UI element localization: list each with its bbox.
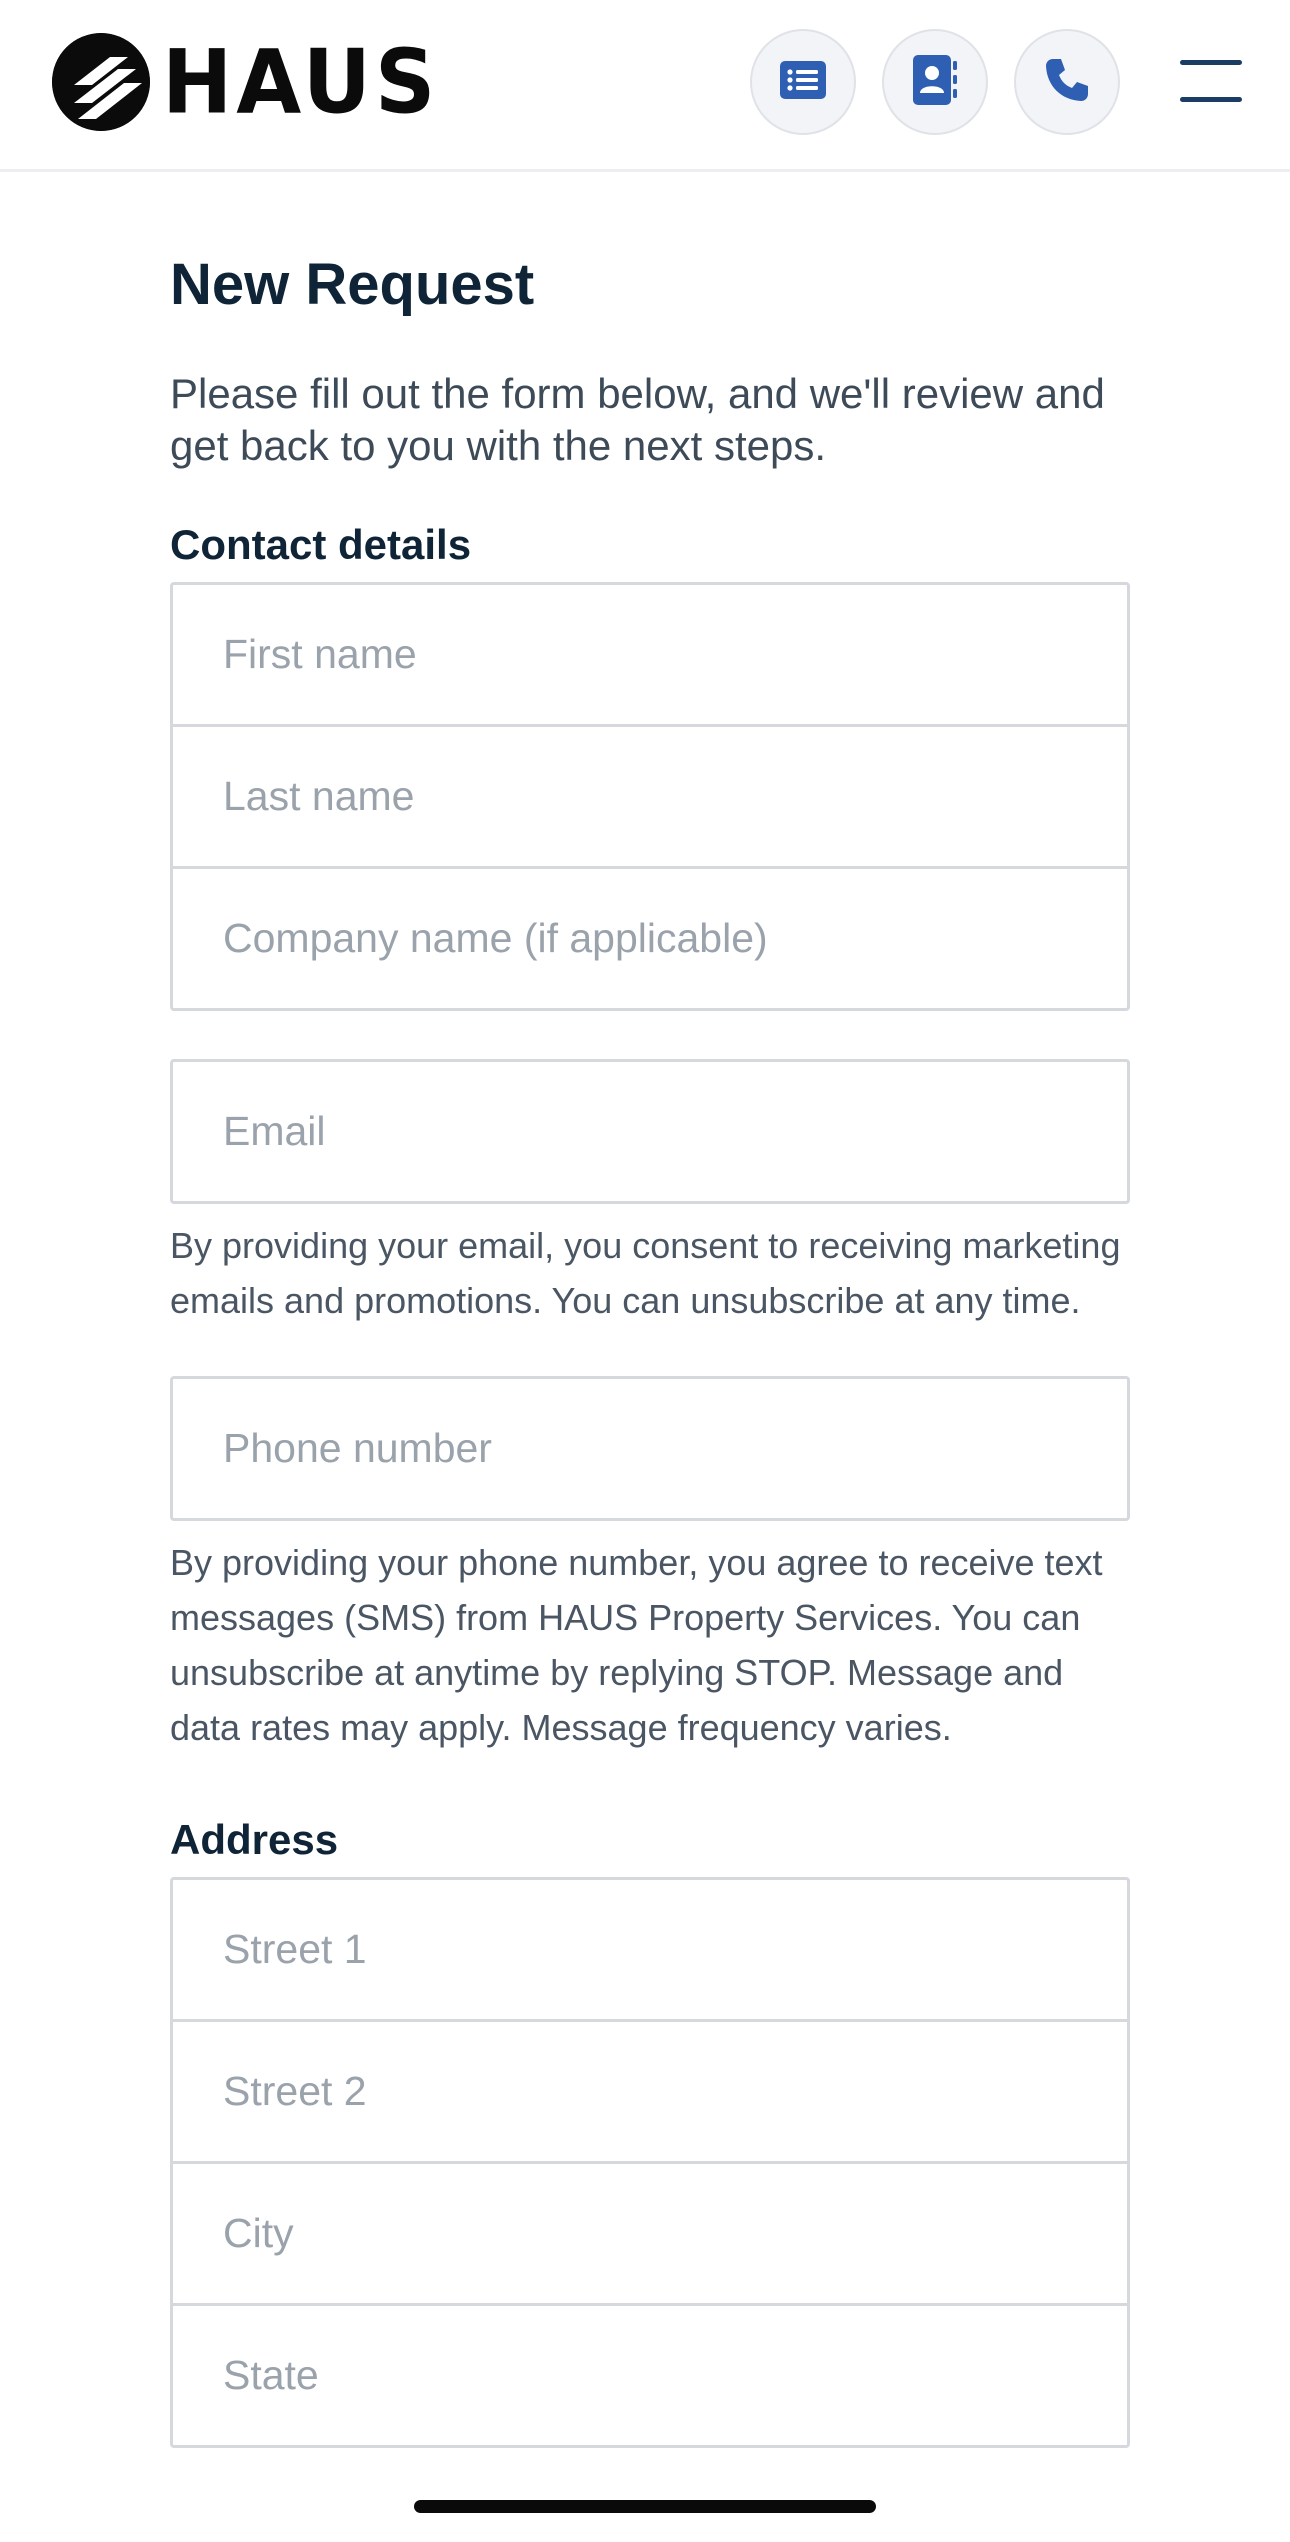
state-input[interactable] (221, 2351, 1127, 2401)
phone-number-input[interactable] (221, 1423, 1127, 1473)
address-heading: Address (170, 1815, 339, 1863)
first-name-input[interactable] (221, 629, 1127, 679)
intro-text: Please fill out the form below, and we'l… (170, 369, 1105, 469)
street2-input[interactable] (221, 2067, 1127, 2117)
menu-bar (1180, 97, 1242, 102)
page-title: New Request (170, 252, 535, 317)
request-list-button[interactable] (750, 29, 856, 135)
street1-field-wrapper (173, 1880, 1127, 2023)
contacts-button[interactable] (882, 29, 988, 135)
logo-wordmark: HAUS (162, 30, 440, 134)
site-header: HAUS (0, 0, 1290, 172)
city-input[interactable] (221, 2209, 1127, 2259)
email-input[interactable] (221, 1106, 1127, 1156)
phone-icon (1043, 56, 1091, 109)
email-field-group (170, 1058, 1130, 1204)
phone-consent-text: By providing your phone number, you agre… (170, 1541, 1103, 1748)
company-name-input[interactable] (221, 913, 1127, 963)
contact-fields-group (170, 581, 1130, 1011)
list-icon (780, 60, 826, 104)
address-fields-group (170, 1877, 1130, 2449)
street1-input[interactable] (221, 1925, 1127, 1975)
last-name-field-wrapper (173, 727, 1127, 869)
request-form: New Request Please fill out the form bel… (170, 250, 1130, 2449)
email-consent-text: By providing your email, you consent to … (170, 1224, 1121, 1321)
email-field-wrapper (173, 1062, 1127, 1201)
company-field-wrapper (173, 869, 1127, 1008)
phone-field-group (170, 1375, 1130, 1521)
first-name-field-wrapper (173, 585, 1127, 727)
menu-icon[interactable] (1180, 60, 1242, 102)
last-name-input[interactable] (221, 771, 1127, 821)
call-button[interactable] (1014, 29, 1120, 135)
contact-card-icon (911, 54, 959, 110)
home-indicator[interactable] (414, 2500, 876, 2513)
state-field-wrapper (173, 2306, 1127, 2445)
haus-logo[interactable]: HAUS (52, 32, 439, 132)
phone-field-wrapper (173, 1379, 1127, 1518)
city-field-wrapper (173, 2164, 1127, 2307)
street2-field-wrapper (173, 2022, 1127, 2165)
contact-details-heading: Contact details (170, 520, 472, 568)
logo-mark-icon (52, 33, 150, 131)
menu-bar (1180, 60, 1242, 65)
